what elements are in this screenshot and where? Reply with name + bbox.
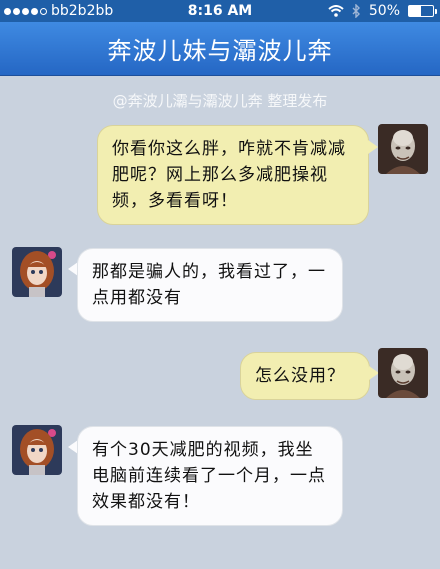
avatar-sender[interactable] [378, 348, 428, 398]
message-text: 有个30天减肥的视频，我坐电脑前连续看了一个月，一点效果都没有！ [92, 440, 326, 512]
doll-girl-avatar-icon [12, 247, 62, 297]
old-man-avatar-icon [378, 124, 428, 174]
doll-girl-avatar-icon [12, 425, 62, 475]
bluetooth-icon [352, 4, 360, 18]
wifi-icon [328, 5, 344, 17]
bubble-tail [368, 140, 378, 154]
message-text: 那都是骗人的，我看过了，一点用都没有 [92, 262, 326, 308]
chat-title: 奔波儿妹与灞波儿奔 [107, 37, 333, 65]
message-bubble-incoming[interactable]: 那都是骗人的，我看过了，一点用都没有 [77, 248, 343, 322]
status-bar: bb2b2bb 8:16 AM 50% [0, 0, 440, 22]
message-text: 怎么没用？ [255, 366, 345, 386]
message-bubble-incoming[interactable]: 有个30天减肥的视频，我坐电脑前连续看了一个月，一点效果都没有！ [77, 426, 343, 526]
avatar-sender[interactable] [378, 124, 428, 174]
status-right: 50% [328, 3, 437, 19]
message-text: 你看你这么胖，咋就不肯减减肥呢？网上那么多减肥操视频，多看看呀！ [112, 139, 346, 211]
watermark-text: @奔波儿灞与灞波儿奔 整理发布 [112, 92, 328, 110]
battery-icon [408, 5, 437, 17]
avatar-receiver[interactable] [12, 425, 62, 475]
message-bubble-outgoing[interactable]: 怎么没用？ [240, 352, 370, 400]
nav-bar: 奔波儿妹与灞波儿奔 [0, 22, 440, 76]
battery-fill [409, 6, 421, 16]
old-man-avatar-icon [378, 348, 428, 398]
avatar-receiver[interactable] [12, 247, 62, 297]
battery-percent: 50% [368, 3, 400, 19]
message-bubble-outgoing[interactable]: 你看你这么胖，咋就不肯减减肥呢？网上那么多减肥操视频，多看看呀！ [97, 125, 369, 225]
